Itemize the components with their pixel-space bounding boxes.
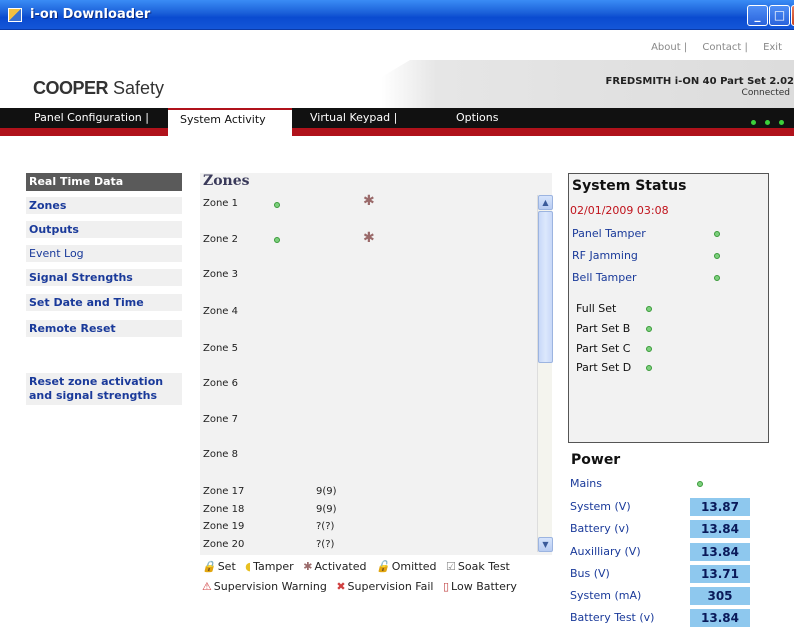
power-title: Power [571, 452, 621, 468]
zone-row: Zone 18 [203, 504, 245, 515]
zone-row: Zone 4 [203, 306, 238, 317]
power-value-auxilliary-v: 13.84 [690, 543, 750, 561]
power-value-system-v: 13.87 [690, 498, 750, 516]
zone-row: Zone 3 [203, 269, 238, 280]
zone-signal: ?(?) [316, 521, 335, 532]
zone-row: Zone 20 [203, 539, 245, 550]
power-label-battery-test: Battery Test (v) [570, 611, 655, 624]
tamper-icon: ◖ [245, 560, 252, 573]
activated-icon: ✱ [363, 193, 375, 209]
bell-tamper-label: Bell Tamper [572, 271, 637, 284]
omitted-icon: 🔓 [376, 560, 390, 573]
rf-jamming-led [714, 253, 720, 259]
zone-status-dot [274, 202, 280, 208]
zone-signal: 9(9) [316, 486, 337, 497]
zone-signal: ?(?) [316, 539, 335, 550]
activated-icon: ✱ [303, 560, 313, 573]
full-set-label: Full Set [576, 302, 617, 315]
mains-label: Mains [570, 477, 602, 490]
scroll-up-icon[interactable]: ▲ [538, 195, 553, 210]
status-leds [742, 115, 784, 128]
window-title: i-on Downloader [30, 7, 151, 22]
zone-row: Zone 1 [203, 198, 238, 209]
part-set-d-led [646, 365, 652, 371]
sidebar-item-remote-reset[interactable]: Remote Reset [26, 320, 182, 337]
bell-tamper-led [714, 275, 720, 281]
system-status-panel: System Status 02/01/2009 03:08 Panel Tam… [568, 173, 769, 443]
tab-system-activity[interactable]: System Activity [168, 108, 292, 136]
part-set-b-led [646, 326, 652, 332]
tab-options[interactable]: Options [456, 111, 498, 124]
power-label-bus-v: Bus (V) [570, 567, 610, 580]
sidebar-item-set-date-time[interactable]: Set Date and Time [26, 294, 182, 311]
power-label-system-ma: System (mA) [570, 589, 642, 602]
top-links: About | Contact | Exit [651, 42, 794, 53]
window-title-bar[interactable]: i-on Downloader _ □ X [0, 0, 794, 30]
about-link[interactable]: About | [651, 42, 687, 53]
panel-name: FREDSMITH i-ON 40 Part Set 2.02 [605, 76, 794, 87]
sidebar-item-zones[interactable]: Zones [26, 197, 182, 214]
zone-row: Zone 19 [203, 521, 245, 532]
power-label-battery-v: Battery (v) [570, 522, 630, 535]
soak-test-icon: ☑ [446, 560, 456, 573]
panel-tamper-label: Panel Tamper [572, 227, 646, 240]
zone-signal: 9(9) [316, 504, 337, 515]
zone-row: Zone 7 [203, 414, 238, 425]
status-datetime: 02/01/2009 03:08 [570, 204, 669, 217]
power-value-bus-v: 13.71 [690, 565, 750, 583]
sidebar-item-signal-strengths[interactable]: Signal Strengths [26, 269, 182, 286]
mains-led [697, 481, 703, 487]
panel-tamper-led [714, 231, 720, 237]
zones-scrollbar[interactable]: ▲ ▼ [537, 195, 553, 552]
maximize-icon[interactable]: □ [769, 5, 790, 26]
zone-row: Zone 2 [203, 234, 238, 245]
part-set-c-label: Part Set C [576, 342, 631, 355]
power-label-auxilliary-v: Auxilliary (V) [570, 545, 641, 558]
supervision-fail-icon: ✖ [336, 580, 346, 593]
sidebar-item-event-log[interactable]: Event Log [26, 245, 182, 262]
sidebar-item-outputs[interactable]: Outputs [26, 221, 182, 238]
legend-row-2: ⚠ Supervision Warning ✖ Supervision Fail ▯… [202, 580, 517, 593]
power-value-battery-v: 13.84 [690, 520, 750, 538]
tab-virtual-keypad[interactable]: Virtual Keypad | [310, 111, 397, 124]
part-set-d-label: Part Set D [576, 361, 632, 374]
rf-jamming-label: RF Jamming [572, 249, 638, 262]
full-set-led [646, 306, 652, 312]
cooper-logo: COOPER Safety [33, 78, 165, 98]
power-label-system-v: System (V) [570, 500, 631, 513]
minimize-icon[interactable]: _ [747, 5, 768, 26]
zone-row: Zone 8 [203, 449, 238, 460]
exit-link[interactable]: Exit [763, 42, 782, 53]
header-band-shape [330, 60, 410, 108]
scroll-down-icon[interactable]: ▼ [538, 537, 553, 552]
set-icon: 🔒 [202, 560, 216, 573]
legend-row-1: 🔒 Set ◖ Tamper ✱ Activated 🔓 Omitted ☑ Soak T… [202, 560, 510, 573]
part-set-b-label: Part Set B [576, 322, 631, 335]
scroll-thumb[interactable] [538, 211, 553, 363]
system-status-title: System Status [572, 178, 687, 194]
activated-icon: ✱ [363, 230, 375, 246]
power-value-system-ma: 305 [690, 587, 750, 605]
part-set-c-led [646, 346, 652, 352]
connection-status: Connected [741, 88, 790, 98]
low-battery-icon: ▯ [442, 580, 450, 593]
nav-accent-strip [0, 128, 794, 136]
zones-title: Zones [203, 173, 250, 189]
sidebar: Real Time Data [26, 173, 182, 191]
supervision-warning-icon: ⚠ [202, 580, 212, 593]
sidebar-item-reset-zone-activation[interactable]: Reset zone activation and signal strengt… [26, 373, 182, 405]
zone-status-dot [274, 237, 280, 243]
zones-panel: Zones Zone 1 ✱ Zone 2 ✱ Zone 3 Zone 4 Zo… [200, 173, 552, 555]
power-value-battery-test: 13.84 [690, 609, 750, 627]
zone-row: Zone 6 [203, 378, 238, 389]
sidebar-heading: Real Time Data [26, 173, 182, 191]
zone-row: Zone 17 [203, 486, 245, 497]
zone-row: Zone 5 [203, 343, 238, 354]
app-icon [8, 8, 22, 22]
contact-link[interactable]: Contact | [702, 42, 747, 53]
tab-panel-configuration[interactable]: Panel Configuration | [34, 111, 149, 124]
